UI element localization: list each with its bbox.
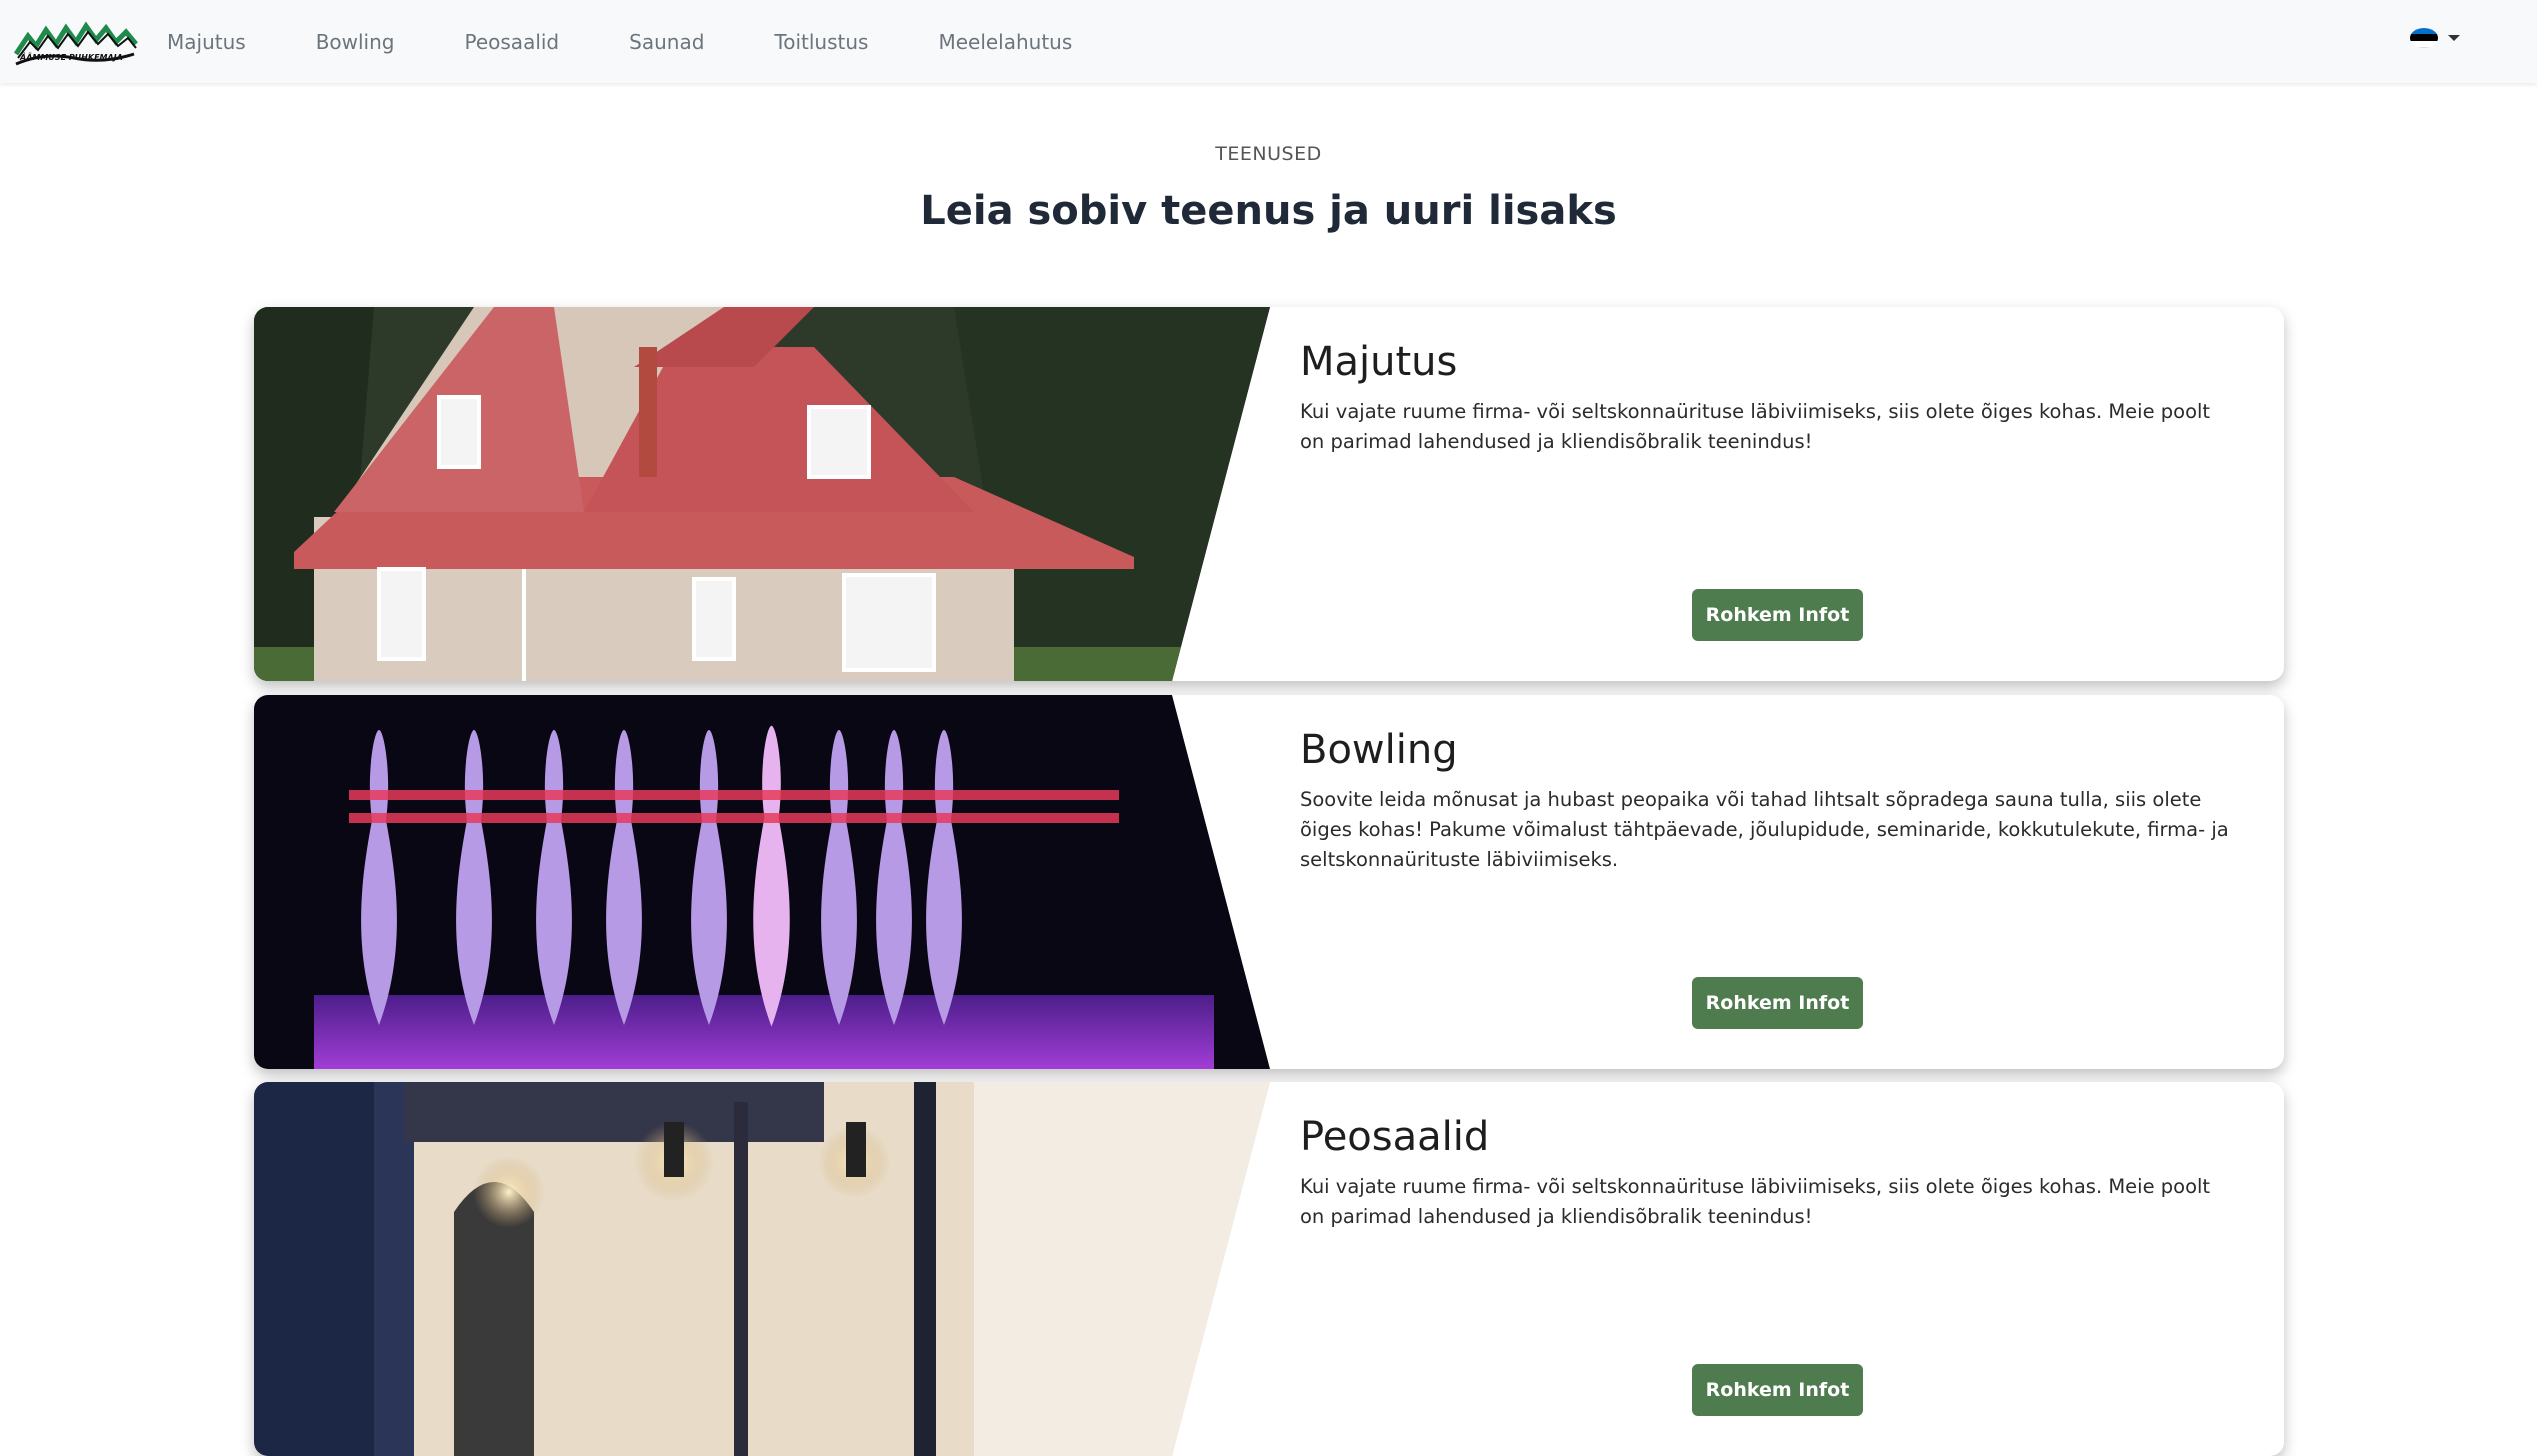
house-image bbox=[254, 307, 1270, 681]
service-card-majutus: Majutus Kui vajate ruume firma- või selt… bbox=[254, 307, 2284, 681]
nav-item-peosaalid[interactable]: Peosaalid bbox=[465, 30, 560, 54]
estonian-flag-icon bbox=[2410, 28, 2438, 48]
section-title: Leia sobiv teenus ja uuri lisaks bbox=[920, 188, 1617, 234]
service-card-peosaalid: Peosaalid Kui vajate ruume firma- või se… bbox=[254, 1082, 2284, 1456]
card-description: Soovite leida mõnusat ja hubast peopaika… bbox=[1300, 788, 2229, 871]
card-description: Kui vajate ruume firma- või seltskonnaür… bbox=[1300, 400, 2211, 453]
chevron-down-icon bbox=[2448, 35, 2460, 41]
navbar: ÄÄMMUSE PUHKEMAJA Majutus Bowling Peosaa… bbox=[0, 0, 2537, 83]
more-info-button[interactable]: Rohkem Infot bbox=[1692, 589, 1863, 641]
more-info-button[interactable]: Rohkem Infot bbox=[1692, 977, 1863, 1029]
bowling-pins-image bbox=[254, 695, 1270, 1069]
section-label: TEENUSED bbox=[1215, 143, 1322, 165]
language-selector[interactable] bbox=[2410, 28, 2460, 48]
card-title: Bowling bbox=[1300, 727, 1458, 773]
svg-text:ÄÄMMUSE PUHKEMAJA: ÄÄMMUSE PUHKEMAJA bbox=[19, 52, 123, 62]
card-description: Kui vajate ruume firma- või seltskonnaür… bbox=[1300, 1175, 2211, 1228]
nav-item-saunad[interactable]: Saunad bbox=[629, 30, 704, 54]
nav-menu: Majutus Bowling Peosaalid Saunad Toitlus… bbox=[167, 0, 1142, 83]
more-info-button[interactable]: Rohkem Infot bbox=[1692, 1364, 1863, 1416]
card-title: Peosaalid bbox=[1300, 1114, 1490, 1160]
nav-item-bowling[interactable]: Bowling bbox=[316, 30, 395, 54]
nav-item-majutus[interactable]: Majutus bbox=[167, 30, 246, 54]
party-hall-image bbox=[254, 1082, 1270, 1456]
service-card-bowling: Bowling Soovite leida mõnusat ja hubast … bbox=[254, 695, 2284, 1069]
nav-item-toitlustus[interactable]: Toitlustus bbox=[774, 30, 868, 54]
nav-item-meelelahutus[interactable]: Meelelahutus bbox=[938, 30, 1072, 54]
site-logo[interactable]: ÄÄMMUSE PUHKEMAJA bbox=[13, 14, 138, 68]
card-title: Majutus bbox=[1300, 339, 1458, 385]
